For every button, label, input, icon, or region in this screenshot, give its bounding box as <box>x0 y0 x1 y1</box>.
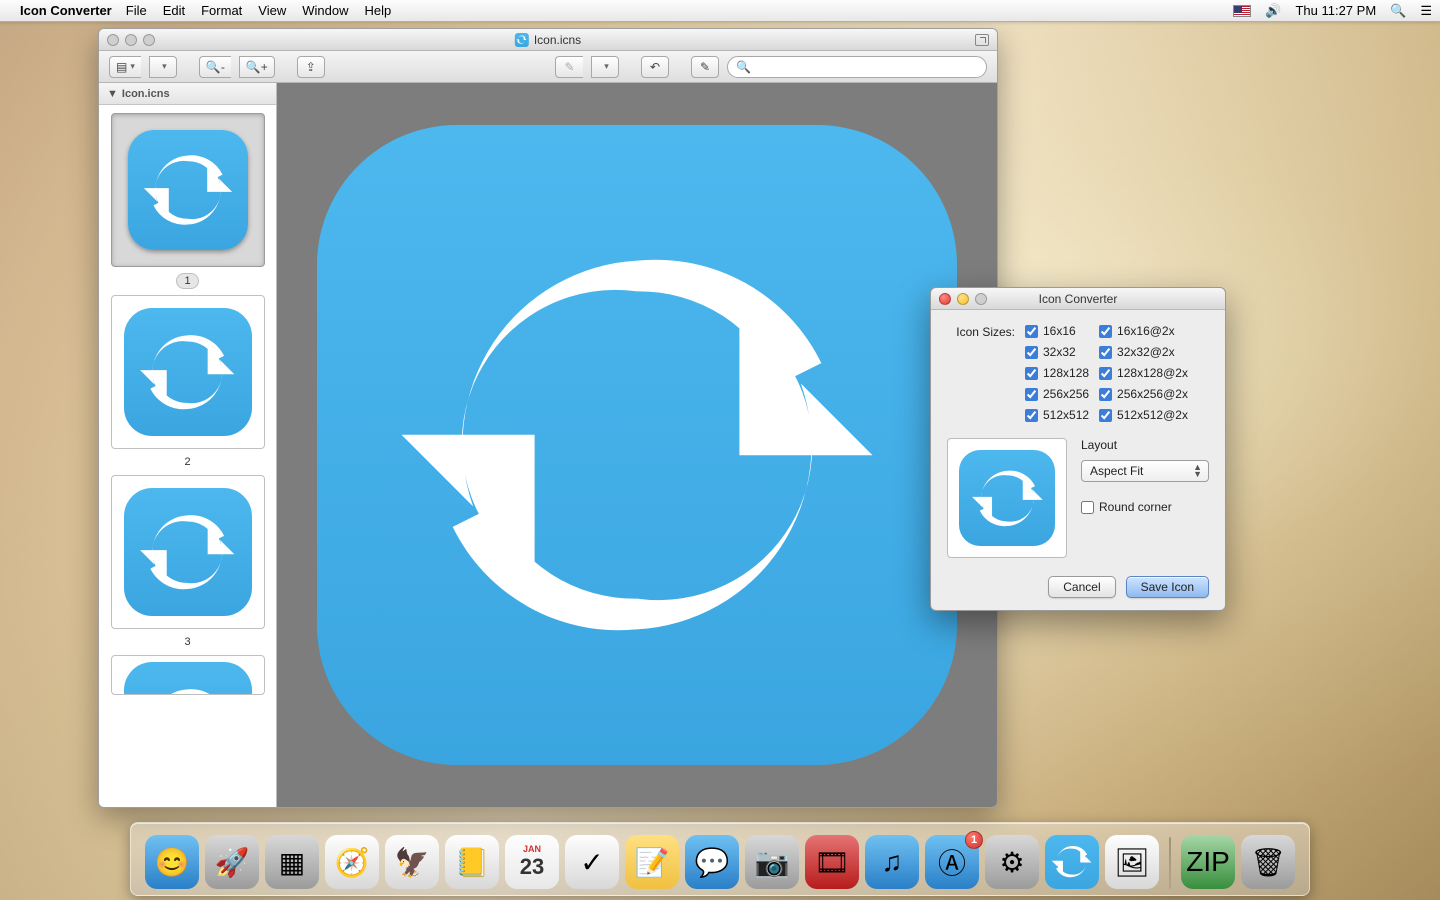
clock[interactable]: Thu 11:27 PM <box>1295 3 1376 18</box>
dock-facetime[interactable]: 📷 <box>745 835 799 889</box>
preview-title: Icon.icns <box>534 33 581 47</box>
select-arrows-icon: ▲▼ <box>1193 464 1202 478</box>
menu-view[interactable]: View <box>258 3 286 18</box>
share-button[interactable]: ⇪ <box>297 56 325 78</box>
fullscreen-icon[interactable] <box>975 34 989 46</box>
search-input[interactable]: 🔍 <box>727 56 987 78</box>
dialog-titlebar[interactable]: Icon Converter <box>931 288 1225 310</box>
dialog-preview-well[interactable] <box>947 438 1067 558</box>
menu-file[interactable]: File <box>126 3 147 18</box>
dock-app-store[interactable]: Ⓐ 1 <box>925 835 979 889</box>
dock-finder[interactable]: 😊 <box>145 835 199 889</box>
thumb-label: 1 <box>176 273 198 289</box>
thumbnail-item[interactable] <box>111 655 265 695</box>
menubar: Icon Converter File Edit Format View Win… <box>0 0 1440 22</box>
cancel-button[interactable]: Cancel <box>1048 576 1115 598</box>
dock-system-preferences[interactable]: ⚙ <box>985 835 1039 889</box>
highlight-button[interactable]: ✎ <box>555 56 583 78</box>
thumbnail-item[interactable]: 3 <box>111 475 265 649</box>
menu-edit[interactable]: Edit <box>163 3 185 18</box>
checkbox-128x128-2x[interactable]: 128x128@2x <box>1099 366 1188 380</box>
spotlight-icon[interactable]: 🔍 <box>1390 3 1406 19</box>
dock-trash[interactable]: 🗑 <box>1241 835 1295 889</box>
zoom-in-button[interactable]: 🔍+ <box>239 56 275 78</box>
minimize-icon[interactable] <box>957 293 969 305</box>
icon-sizes-grid: 16x16 16x16@2x 32x32 32x32@2x 128x128 12… <box>1025 324 1188 422</box>
checkbox-16x16-2x[interactable]: 16x16@2x <box>1099 324 1188 338</box>
dock-photo-booth[interactable]: 🎞 <box>805 835 859 889</box>
edit-button[interactable]: ✎ <box>691 56 719 78</box>
dock-archive[interactable]: ZIP <box>1181 835 1235 889</box>
thumbnail-item[interactable]: 2 <box>111 295 265 469</box>
checkbox-32x32-2x[interactable]: 32x32@2x <box>1099 345 1188 359</box>
minimize-icon[interactable] <box>125 34 137 46</box>
dock-separator <box>1169 837 1171 889</box>
close-icon[interactable] <box>939 293 951 305</box>
dock-itunes[interactable]: ♫ <box>865 835 919 889</box>
notification-center-icon[interactable]: ☰ <box>1420 3 1432 19</box>
preview-toolbar: ▤▾ ▾ 🔍- 🔍+ ⇪ ✎ ▾ ↶ ✎ 🔍 <box>99 51 997 83</box>
highlight-dropdown[interactable]: ▾ <box>591 56 619 78</box>
checkbox-512x512[interactable]: 512x512 <box>1025 408 1089 422</box>
thumb-label: 3 <box>177 635 197 649</box>
badge: 1 <box>965 831 983 849</box>
dock-messages[interactable]: 💬 <box>685 835 739 889</box>
view-mode-button[interactable]: ▤▾ <box>109 56 141 78</box>
close-icon[interactable] <box>107 34 119 46</box>
checkbox-16x16[interactable]: 16x16 <box>1025 324 1089 338</box>
icon-preview-large <box>317 125 957 765</box>
icon-converter-dialog: Icon Converter Icon Sizes: 16x16 16x16@2… <box>930 287 1226 611</box>
dock: 😊 🚀 ▦ 🧭 🦅 📒 JAN 23 ✓ 📝 💬 📷 🎞 ♫ Ⓐ 1 ⚙ 🖼 Z… <box>130 822 1310 896</box>
menu-help[interactable]: Help <box>364 3 391 18</box>
dock-icon-converter[interactable] <box>1045 835 1099 889</box>
dock-preview[interactable]: 🖼 <box>1105 835 1159 889</box>
disclosure-triangle-icon[interactable]: ▼ <box>107 88 118 100</box>
checkbox-round-corner[interactable]: Round corner <box>1081 500 1209 514</box>
dock-launchpad[interactable]: 🚀 <box>205 835 259 889</box>
save-icon-button[interactable]: Save Icon <box>1126 576 1209 598</box>
icon-sizes-label: Icon Sizes: <box>947 324 1015 422</box>
sidebar-header[interactable]: ▼ Icon.icns <box>99 83 276 105</box>
search-icon: 🔍 <box>736 60 751 74</box>
title-proxy-icon <box>515 33 529 47</box>
checkbox-512x512-2x[interactable]: 512x512@2x <box>1099 408 1188 422</box>
zoom-icon[interactable] <box>975 293 987 305</box>
dock-calendar[interactable]: JAN 23 <box>505 835 559 889</box>
rotate-button[interactable]: ↶ <box>641 56 669 78</box>
preview-window: Icon.icns ▤▾ ▾ 🔍- 🔍+ ⇪ ✎ ▾ ↶ ✎ 🔍 ▼ Icon.… <box>98 28 998 808</box>
layout-label: Layout <box>1081 438 1209 452</box>
checkbox-32x32[interactable]: 32x32 <box>1025 345 1089 359</box>
checkbox-256x256[interactable]: 256x256 <box>1025 387 1089 401</box>
dock-mission-control[interactable]: ▦ <box>265 835 319 889</box>
dock-safari[interactable]: 🧭 <box>325 835 379 889</box>
zoom-icon[interactable] <box>143 34 155 46</box>
zoom-out-button[interactable]: 🔍- <box>199 56 231 78</box>
preview-sidebar: ▼ Icon.icns 1 2 3 <box>99 83 277 807</box>
checkbox-256x256-2x[interactable]: 256x256@2x <box>1099 387 1188 401</box>
menu-format[interactable]: Format <box>201 3 242 18</box>
thumb-label: 2 <box>177 455 197 469</box>
view-mode-dropdown[interactable]: ▾ <box>149 56 177 78</box>
menu-window[interactable]: Window <box>302 3 348 18</box>
dock-notes[interactable]: 📝 <box>625 835 679 889</box>
app-name[interactable]: Icon Converter <box>20 3 112 18</box>
preview-canvas[interactable] <box>277 83 997 807</box>
volume-icon[interactable]: 🔊 <box>1265 3 1281 19</box>
checkbox-128x128[interactable]: 128x128 <box>1025 366 1089 380</box>
dialog-title: Icon Converter <box>1039 292 1118 306</box>
thumbnail-item[interactable]: 1 <box>111 113 265 289</box>
dock-mail[interactable]: 🦅 <box>385 835 439 889</box>
input-source-flag-icon[interactable] <box>1233 5 1251 17</box>
layout-select[interactable]: Aspect Fit ▲▼ <box>1081 460 1209 482</box>
preview-titlebar[interactable]: Icon.icns <box>99 29 997 51</box>
dock-contacts[interactable]: 📒 <box>445 835 499 889</box>
dock-reminders[interactable]: ✓ <box>565 835 619 889</box>
